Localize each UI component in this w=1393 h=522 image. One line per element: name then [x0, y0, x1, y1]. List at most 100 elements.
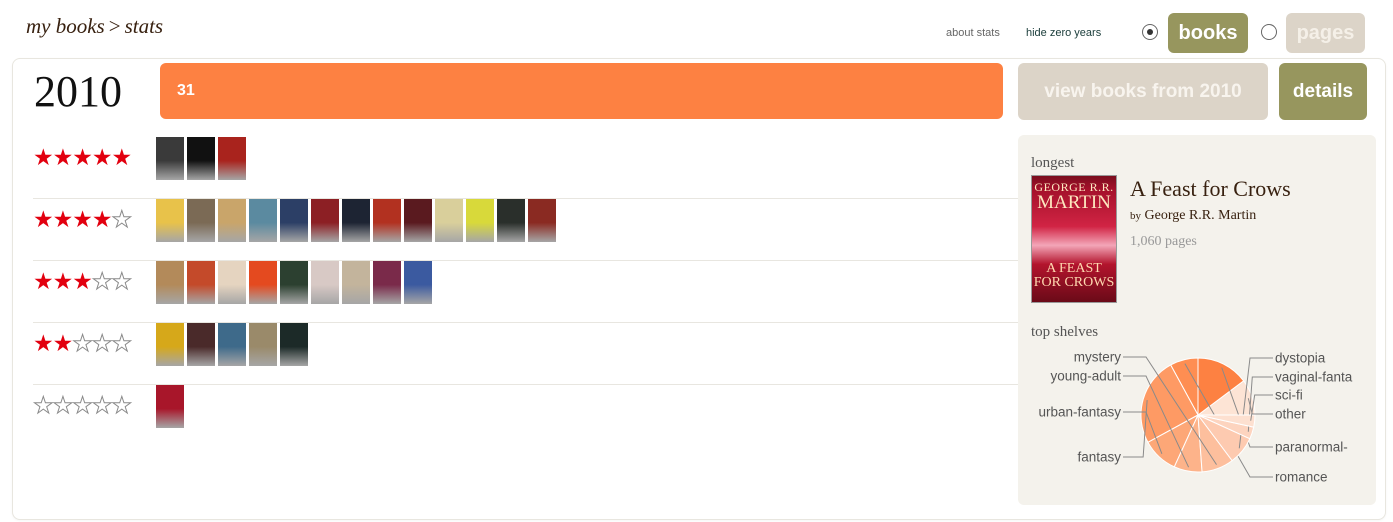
book-cover[interactable]: [156, 323, 184, 366]
books-mode-button[interactable]: books: [1168, 13, 1248, 53]
star-filled-icon: ★: [52, 330, 74, 356]
star-empty-icon: ★: [52, 392, 74, 418]
star-filled-icon: ★: [33, 144, 54, 170]
book-cover[interactable]: [342, 199, 370, 242]
pie-label-romance[interactable]: romance: [1275, 470, 1328, 485]
year-count-bar[interactable]: 31: [160, 63, 1003, 119]
book-cover[interactable]: [311, 199, 339, 242]
star-rating: ★★★★★: [33, 392, 133, 418]
star-filled-icon: ★: [72, 268, 93, 294]
book-cover[interactable]: [187, 261, 215, 304]
star-filled-icon: ★: [33, 268, 54, 294]
year-count: 31: [177, 82, 195, 99]
star-rating: ★★★★★: [33, 330, 133, 356]
rating-row-4: ★★★★★: [33, 199, 1018, 261]
star-filled-icon: ★: [52, 268, 74, 294]
pie-label-mystery[interactable]: mystery: [1074, 350, 1122, 365]
pie-label-other[interactable]: other: [1275, 407, 1306, 422]
longest-book-title[interactable]: A Feast for Crows: [1130, 176, 1291, 202]
book-covers: [156, 137, 246, 180]
book-cover[interactable]: [280, 199, 308, 242]
book-cover[interactable]: [280, 323, 308, 366]
book-cover[interactable]: [156, 261, 184, 304]
longest-book-pages: 1,060 pages: [1130, 234, 1197, 249]
longest-book-author: by George R.R. Martin: [1130, 208, 1256, 224]
author-name[interactable]: George R.R. Martin: [1145, 208, 1257, 223]
book-covers: [156, 323, 308, 366]
book-cover[interactable]: [311, 261, 339, 304]
book-cover[interactable]: [249, 199, 277, 242]
pie-label-vaginal-fanta[interactable]: vaginal-fanta: [1275, 370, 1353, 385]
star-empty-icon: ★: [111, 268, 133, 294]
star-filled-icon: ★: [111, 144, 133, 170]
star-filled-icon: ★: [72, 144, 93, 170]
star-empty-icon: ★: [111, 206, 133, 232]
cover-title: A FEAST FOR CROWS: [1033, 261, 1115, 290]
star-empty-icon: ★: [91, 392, 113, 418]
book-cover[interactable]: [280, 261, 308, 304]
star-filled-icon: ★: [52, 144, 74, 170]
book-cover[interactable]: [218, 199, 246, 242]
pie-label-fantasy[interactable]: fantasy: [1077, 450, 1121, 465]
star-filled-icon: ★: [72, 206, 93, 232]
book-cover[interactable]: [187, 199, 215, 242]
pie-label-dystopia[interactable]: dystopia: [1275, 351, 1326, 366]
book-cover[interactable]: [156, 137, 184, 180]
pages-radio[interactable]: [1261, 24, 1277, 40]
book-cover[interactable]: [342, 261, 370, 304]
book-cover[interactable]: [435, 199, 463, 242]
longest-book-cover[interactable]: GEORGE R.R. MARTIN A FEAST FOR CROWS: [1031, 175, 1117, 303]
star-filled-icon: ★: [33, 330, 54, 356]
book-cover[interactable]: [156, 385, 184, 428]
breadcrumb-current: stats: [124, 14, 164, 38]
star-empty-icon: ★: [111, 392, 133, 418]
star-empty-icon: ★: [91, 268, 113, 294]
rating-row-0: ★★★★★: [33, 385, 1018, 447]
breadcrumb-separator: >: [108, 14, 121, 38]
star-filled-icon: ★: [33, 206, 54, 232]
book-cover[interactable]: [373, 261, 401, 304]
star-rating: ★★★★★: [33, 268, 133, 294]
books-radio[interactable]: [1142, 24, 1158, 40]
book-covers: [156, 261, 432, 304]
top-shelves-label: top shelves: [1031, 324, 1099, 340]
book-cover[interactable]: [404, 199, 432, 242]
star-rating: ★★★★★: [33, 206, 133, 232]
star-empty-icon: ★: [72, 392, 94, 418]
cover-author-name: MARTIN: [1037, 192, 1111, 213]
view-books-button[interactable]: view books from 2010: [1018, 63, 1268, 120]
rating-row-5: ★★★★★: [33, 137, 1018, 199]
book-covers: [156, 385, 184, 428]
top-shelves-pie: other paranormal-romance fantasy urban-fant…: [1038, 350, 1353, 485]
pie-label-sci-fi[interactable]: sci-fi: [1275, 388, 1303, 403]
pages-mode-button[interactable]: pages: [1286, 13, 1365, 53]
star-rating: ★★★★★: [33, 144, 133, 170]
book-cover[interactable]: [218, 323, 246, 366]
book-cover[interactable]: [156, 199, 184, 242]
book-cover[interactable]: [528, 199, 556, 242]
longest-label: longest: [1031, 155, 1075, 171]
about-stats-link[interactable]: about stats: [946, 27, 1000, 39]
hide-zero-years-link[interactable]: hide zero years: [1026, 27, 1101, 39]
book-cover[interactable]: [249, 323, 277, 366]
breadcrumb-my-books-link[interactable]: my books: [26, 14, 105, 38]
year-label: 2010: [34, 67, 122, 116]
book-cover[interactable]: [218, 137, 246, 180]
book-cover[interactable]: [187, 137, 215, 180]
book-cover[interactable]: [218, 261, 246, 304]
book-cover[interactable]: [404, 261, 432, 304]
book-covers: [156, 199, 556, 242]
pie-label-young-adult[interactable]: young-adult: [1050, 369, 1121, 384]
star-empty-icon: ★: [72, 330, 94, 356]
book-cover[interactable]: [373, 199, 401, 242]
details-button[interactable]: details: [1279, 63, 1367, 120]
pie-label-paranormal-[interactable]: paranormal-: [1275, 440, 1348, 455]
pie-label-urban-fantasy[interactable]: urban-fantasy: [1038, 405, 1121, 420]
star-empty-icon: ★: [111, 330, 133, 356]
book-cover[interactable]: [249, 261, 277, 304]
book-cover[interactable]: [466, 199, 494, 242]
book-cover[interactable]: [187, 323, 215, 366]
book-cover[interactable]: [497, 199, 525, 242]
star-empty-icon: ★: [33, 392, 55, 418]
star-filled-icon: ★: [52, 206, 74, 232]
